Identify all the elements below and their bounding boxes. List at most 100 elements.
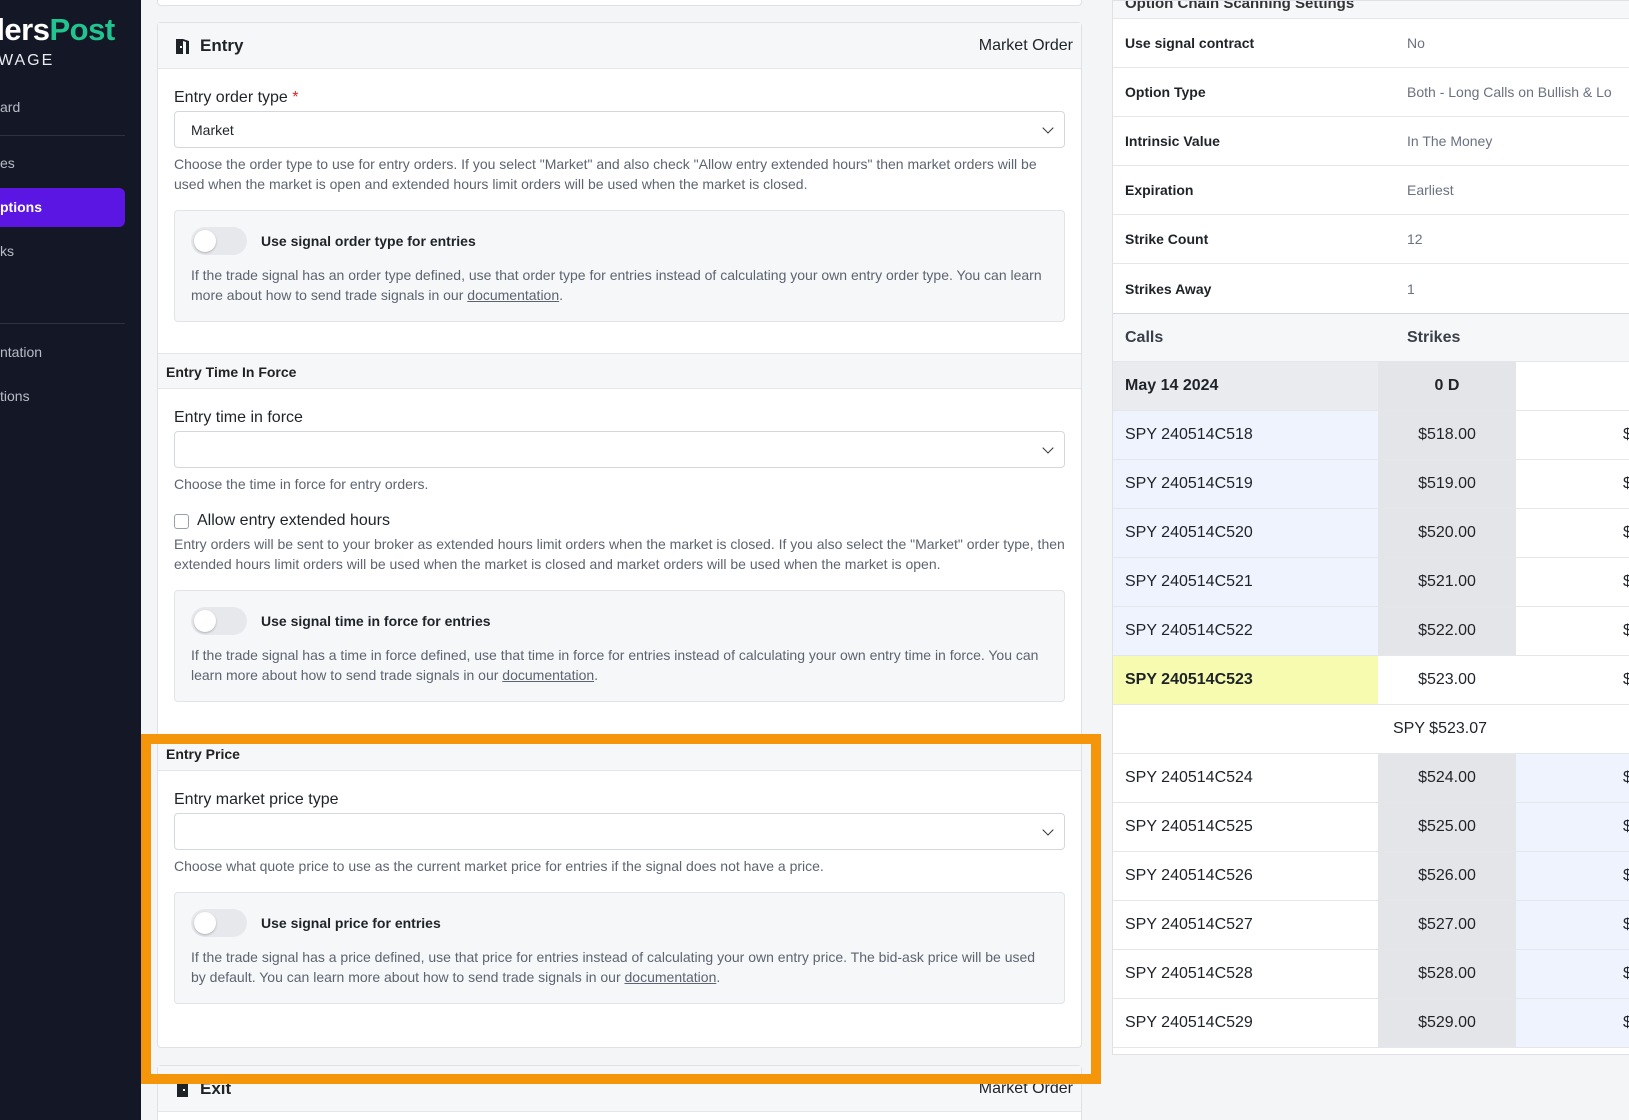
entry-order-type-label: Entry order type * (174, 89, 1065, 107)
entry-title: Entry (200, 35, 244, 55)
put-edge-cell: $ (1516, 999, 1629, 1047)
documentation-link[interactable]: documentation (502, 667, 594, 683)
put-edge: $ (1623, 916, 1629, 934)
chain-row[interactable]: SPY 240514C525$525.00 $ (1113, 803, 1629, 852)
chain-row[interactable]: SPY 240514C529$529.00 $ (1113, 999, 1629, 1048)
call-symbol: SPY 240514C525 (1113, 803, 1378, 851)
signal-tif-label: Use signal time in force for entries (261, 613, 491, 629)
chain-row-atm[interactable]: SPY 240514C523$523.00 $ (1113, 656, 1629, 705)
call-symbol: SPY 240514C518 (1113, 411, 1378, 459)
expiry-date: May 14 2024 (1113, 362, 1378, 410)
brand-name-part1: ders (0, 12, 50, 47)
chevron-down-icon (1042, 121, 1054, 134)
put-edge: $ (1623, 1014, 1629, 1032)
sidebar-divider (0, 323, 125, 324)
call-symbol: SPY 240514C523 (1113, 656, 1378, 704)
call-symbol: SPY 240514C527 (1113, 901, 1378, 949)
call-symbol: SPY 240514C522 (1113, 607, 1378, 655)
sidebar-item-integrations[interactable]: tions (0, 388, 30, 404)
setting-value: No (1407, 35, 1425, 51)
entry-order-type-label-text: Entry order type (174, 89, 288, 106)
chain-row[interactable]: SPY 240514C524$524.00 $ (1113, 754, 1629, 803)
sidebar-item-dashboard[interactable]: ard (0, 99, 20, 115)
brand-name-part2: Post (49, 12, 115, 47)
signal-tif-help: If the trade signal has a time in force … (191, 645, 1048, 685)
extended-hours-checkbox[interactable] (174, 513, 189, 529)
chevron-down-icon (1042, 441, 1054, 454)
option-chain-settings-title: Option Chain Scanning Settings (1113, 1, 1629, 19)
setting-value: Earliest (1407, 182, 1454, 198)
sidebar-item-strategies[interactable]: es (0, 155, 15, 171)
put-edge: $ (1623, 867, 1629, 885)
entry-summary: Market Order (978, 36, 1073, 54)
entry-order-type-group: Entry order type * Market Choose the ord… (158, 69, 1081, 322)
put-edge-cell: $ (1516, 509, 1629, 557)
settings-row: Use signal contract No (1113, 19, 1629, 68)
strike-price: $522.00 (1378, 607, 1516, 655)
entry-order-type-select[interactable]: Market (174, 111, 1065, 148)
put-edge-cell: $ (1516, 411, 1629, 459)
chain-row[interactable]: SPY 240514C518$518.00 $ (1113, 411, 1629, 460)
sidebar-item-documentation[interactable]: ntation (0, 344, 42, 360)
chain-row[interactable]: SPY 240514C520$520.00 $ (1113, 509, 1629, 558)
settings-row: Expiration Earliest (1113, 166, 1629, 215)
setting-key: Use signal contract (1125, 35, 1255, 51)
extended-hours-help: Entry orders will be sent to your broker… (174, 536, 1065, 572)
entry-order-type-help: Choose the order type to use for entry o… (174, 156, 1037, 192)
setting-value: In The Money (1407, 133, 1493, 149)
time-in-force-section-title: Entry Time In Force (158, 353, 1081, 389)
expiry-edge (1516, 362, 1629, 410)
strike-price: $528.00 (1378, 950, 1516, 998)
put-edge: $ (1623, 524, 1629, 542)
put-edge-cell: $ (1516, 852, 1629, 900)
call-symbol: SPY 240514C520 (1113, 509, 1378, 557)
setting-value: 12 (1407, 231, 1423, 247)
put-edge: $ (1623, 426, 1629, 444)
expiry-row: May 14 2024 0 D (1113, 362, 1629, 411)
time-in-force-select[interactable] (174, 431, 1065, 468)
chain-row[interactable]: SPY 240514C521$521.00 $ (1113, 558, 1629, 607)
call-symbol: SPY 240514C526 (1113, 852, 1378, 900)
period: . (559, 287, 564, 303)
sidebar-item-options[interactable]: ptions (0, 188, 125, 227)
documentation-link[interactable]: documentation (467, 287, 559, 303)
time-in-force-help: Choose the time in force for entry order… (174, 476, 429, 492)
brand-logo[interactable]: dersPost (0, 12, 115, 48)
chain-row[interactable]: SPY 240514C528$528.00 $ (1113, 950, 1629, 999)
entry-card-header[interactable]: Entry Market Order (158, 23, 1081, 69)
previous-card-edge (157, 0, 1082, 6)
strike-price: $529.00 (1378, 999, 1516, 1047)
settings-row: Strikes Away 1 (1113, 264, 1629, 313)
chain-row[interactable]: SPY 240514C526$526.00 $ (1113, 852, 1629, 901)
strike-price: $518.00 (1378, 411, 1516, 459)
put-edge-cell: $ (1516, 558, 1629, 606)
call-symbol: SPY 240514C521 (1113, 558, 1378, 606)
put-edge: $ (1623, 475, 1629, 493)
chain-row[interactable]: SPY 240514C522$522.00 $ (1113, 607, 1629, 656)
put-edge-cell: $ (1516, 754, 1629, 802)
chain-header: Calls Strikes (1113, 313, 1629, 362)
highlight-annotation-box (141, 734, 1101, 1084)
put-edge-cell: $ (1516, 901, 1629, 949)
strikes-header: Strikes (1407, 328, 1461, 346)
put-edge: $ (1623, 818, 1629, 836)
put-edge-cell: $ (1516, 460, 1629, 508)
setting-key: Strikes Away (1125, 280, 1212, 297)
put-edge: $ (1623, 622, 1629, 640)
sidebar-item-webhooks[interactable]: ks (0, 243, 14, 259)
calls-header: Calls (1125, 328, 1164, 346)
put-edge: $ (1623, 671, 1629, 689)
call-symbol: SPY 240514C524 (1113, 754, 1378, 802)
call-symbol: SPY 240514C528 (1113, 950, 1378, 998)
expiry-dte: 0 D (1378, 362, 1516, 410)
extended-hours-label[interactable]: Allow entry extended hours (197, 512, 390, 530)
put-edge: $ (1623, 573, 1629, 591)
entry-order-type-value: Market (191, 121, 234, 138)
signal-order-type-toggle[interactable] (191, 227, 247, 255)
chain-row[interactable]: SPY 240514C519$519.00 $ (1113, 460, 1629, 509)
chain-row[interactable]: SPY 240514C527$527.00 $ (1113, 901, 1629, 950)
setting-value: 1 (1407, 280, 1415, 297)
signal-tif-toggle[interactable] (191, 607, 247, 635)
strike-price: $523.00 (1378, 656, 1516, 704)
setting-key: Strike Count (1125, 231, 1209, 247)
